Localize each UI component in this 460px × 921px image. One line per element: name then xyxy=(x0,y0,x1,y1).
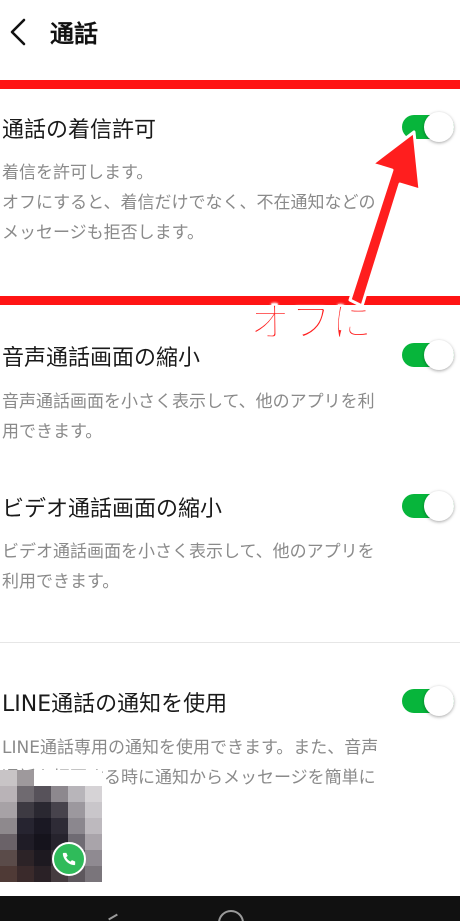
floating-call-thumbnail[interactable] xyxy=(0,770,102,882)
call-settings-screen: 通話 通話の着信許可 着信を許可します。 オフにすると、着信だけでなく、不在通知… xyxy=(0,0,460,921)
setting-line-call-notification: LINE通話の通知を使用 LINE通話専用の通知を使用できます。また、音声 通話… xyxy=(0,0,460,850)
nav-home-icon[interactable] xyxy=(218,910,244,921)
nav-back-icon[interactable] xyxy=(108,913,118,921)
phone-icon[interactable] xyxy=(52,842,86,876)
toggle-line-call-notification[interactable] xyxy=(402,686,454,716)
annotation-label: オフに xyxy=(250,300,373,347)
system-nav-bar xyxy=(0,896,460,921)
setting-title: LINE通話の通知を使用 xyxy=(2,692,228,717)
